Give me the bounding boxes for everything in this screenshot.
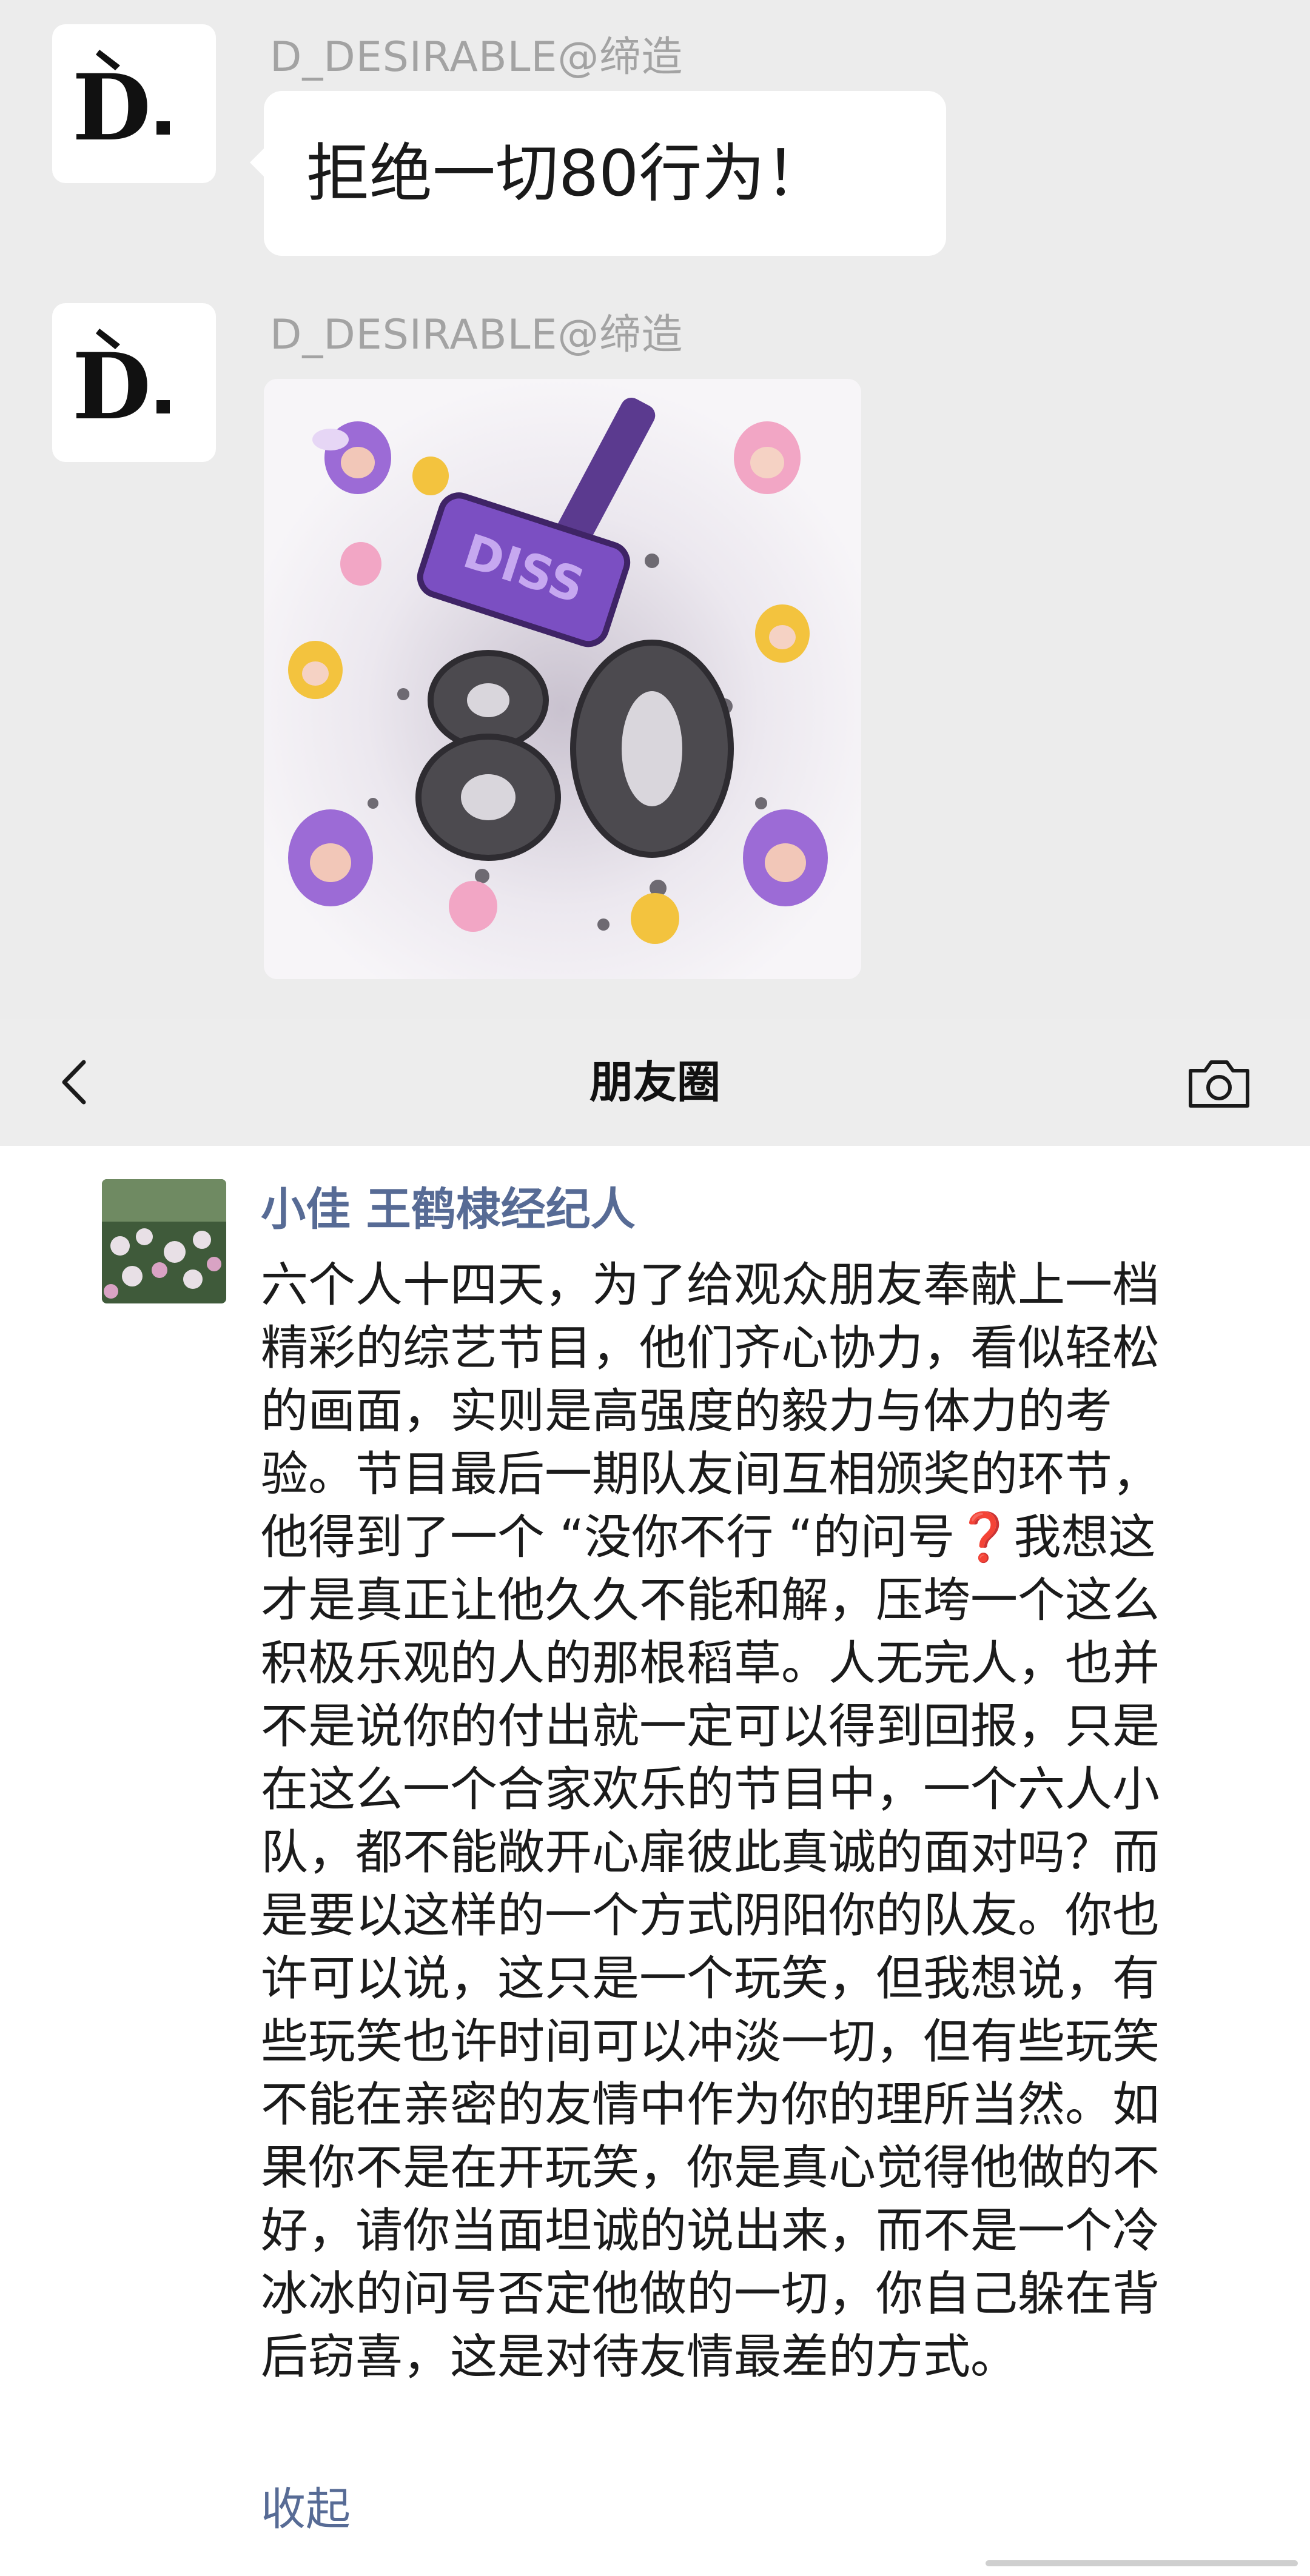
sender-name: D_DESIRABLE@缔造 bbox=[270, 311, 684, 359]
message-text: 拒绝一切80行为！ bbox=[306, 136, 828, 210]
sender-avatar[interactable]: D bbox=[52, 303, 216, 462]
post-line: 些玩笑也许时间可以冲淡一切，但有些玩笑 bbox=[261, 2015, 1160, 2069]
post-line: 好，请你当面坦诚的说出来，而不是一个冷 bbox=[261, 2204, 1160, 2258]
post-line: 的画面，实则是高强度的毅力与体力的考 bbox=[261, 1384, 1113, 1439]
post-line: 不是说你的付出就一定可以得到回报，只是 bbox=[261, 1699, 1160, 1754]
post-line: 积极乐观的人的那根稻草。人无完人，也并 bbox=[261, 1636, 1160, 1691]
red-question-mark-icon: ❓ bbox=[955, 1510, 1014, 1565]
moments-header: 朋友圈 bbox=[0, 1019, 1310, 1146]
sender-name: D_DESIRABLE@缔造 bbox=[270, 33, 684, 81]
svg-text:D: D bbox=[72, 55, 151, 161]
author-avatar[interactable] bbox=[102, 1179, 226, 1303]
post-line: 后窃喜，这是对待友情最差的方式。 bbox=[261, 2330, 1018, 2384]
post-line: 队，都不能敞开心扉彼此真诚的面对吗？而 bbox=[261, 1825, 1160, 1880]
sticker-image[interactable]: DISS bbox=[264, 379, 861, 979]
home-indicator bbox=[986, 2560, 1298, 2566]
post-line: 验。节目最后一期队友间互相颁奖的环节， bbox=[261, 1447, 1160, 1502]
brand-logo-icon: D bbox=[72, 329, 170, 440]
post-text: 六个人十四天，为了给观众朋友奉献上一档 精彩的综艺节目，他们齐心协力，看似轻松 … bbox=[261, 1254, 1255, 2389]
svg-text:D: D bbox=[72, 333, 151, 440]
post-line-text: 他得到了一个 “没你不行 “的问号 bbox=[261, 1510, 955, 1565]
post-author-name[interactable]: 小佳 王鹤棣经纪人 bbox=[261, 1176, 636, 1243]
post-line: 他得到了一个 “没你不行 “的问号❓我想这 bbox=[261, 1506, 1255, 1569]
diss-hammer-sticker: DISS bbox=[264, 379, 861, 979]
post-line: 才是真正让他久久不能和解，压垮一个这么 bbox=[261, 1573, 1160, 1628]
chat-area: D D_DESIRABLE@缔造 拒绝一切80行为！ D D_DESIRABLE… bbox=[0, 0, 1310, 1019]
sender-avatar[interactable]: D bbox=[52, 24, 216, 183]
flower-photo-icon bbox=[102, 1179, 226, 1303]
post-line: 冰冰的问号否定他做的一切，你自己躲在背 bbox=[261, 2267, 1160, 2321]
post-line: 是要以这样的一个方式阴阳你的队友。你也 bbox=[261, 1889, 1160, 1943]
post-line-text: 我想这 bbox=[1013, 1510, 1156, 1565]
post-line: 在这么一个合家欢乐的节目中，一个六人小 bbox=[261, 1762, 1160, 1817]
brand-logo-icon: D bbox=[72, 50, 170, 161]
page-title: 朋友圈 bbox=[589, 1057, 720, 1108]
post-line: 精彩的综艺节目，他们齐心协力，看似轻松 bbox=[261, 1321, 1160, 1376]
camera-icon[interactable] bbox=[1186, 1056, 1252, 1111]
post-line: 许可以说，这只是一个玩笑，但我想说，有 bbox=[261, 1952, 1160, 2006]
collapse-link[interactable]: 收起 bbox=[261, 2476, 351, 2543]
post-line: 果你不是在开玩笑，你是真心觉得他做的不 bbox=[261, 2141, 1160, 2195]
message-bubble[interactable]: 拒绝一切80行为！ bbox=[264, 91, 946, 256]
post-line: 不能在亲密的友情中作为你的理所当然。如 bbox=[261, 2078, 1160, 2132]
post-line: 六个人十四天，为了给观众朋友奉献上一档 bbox=[261, 1258, 1160, 1313]
